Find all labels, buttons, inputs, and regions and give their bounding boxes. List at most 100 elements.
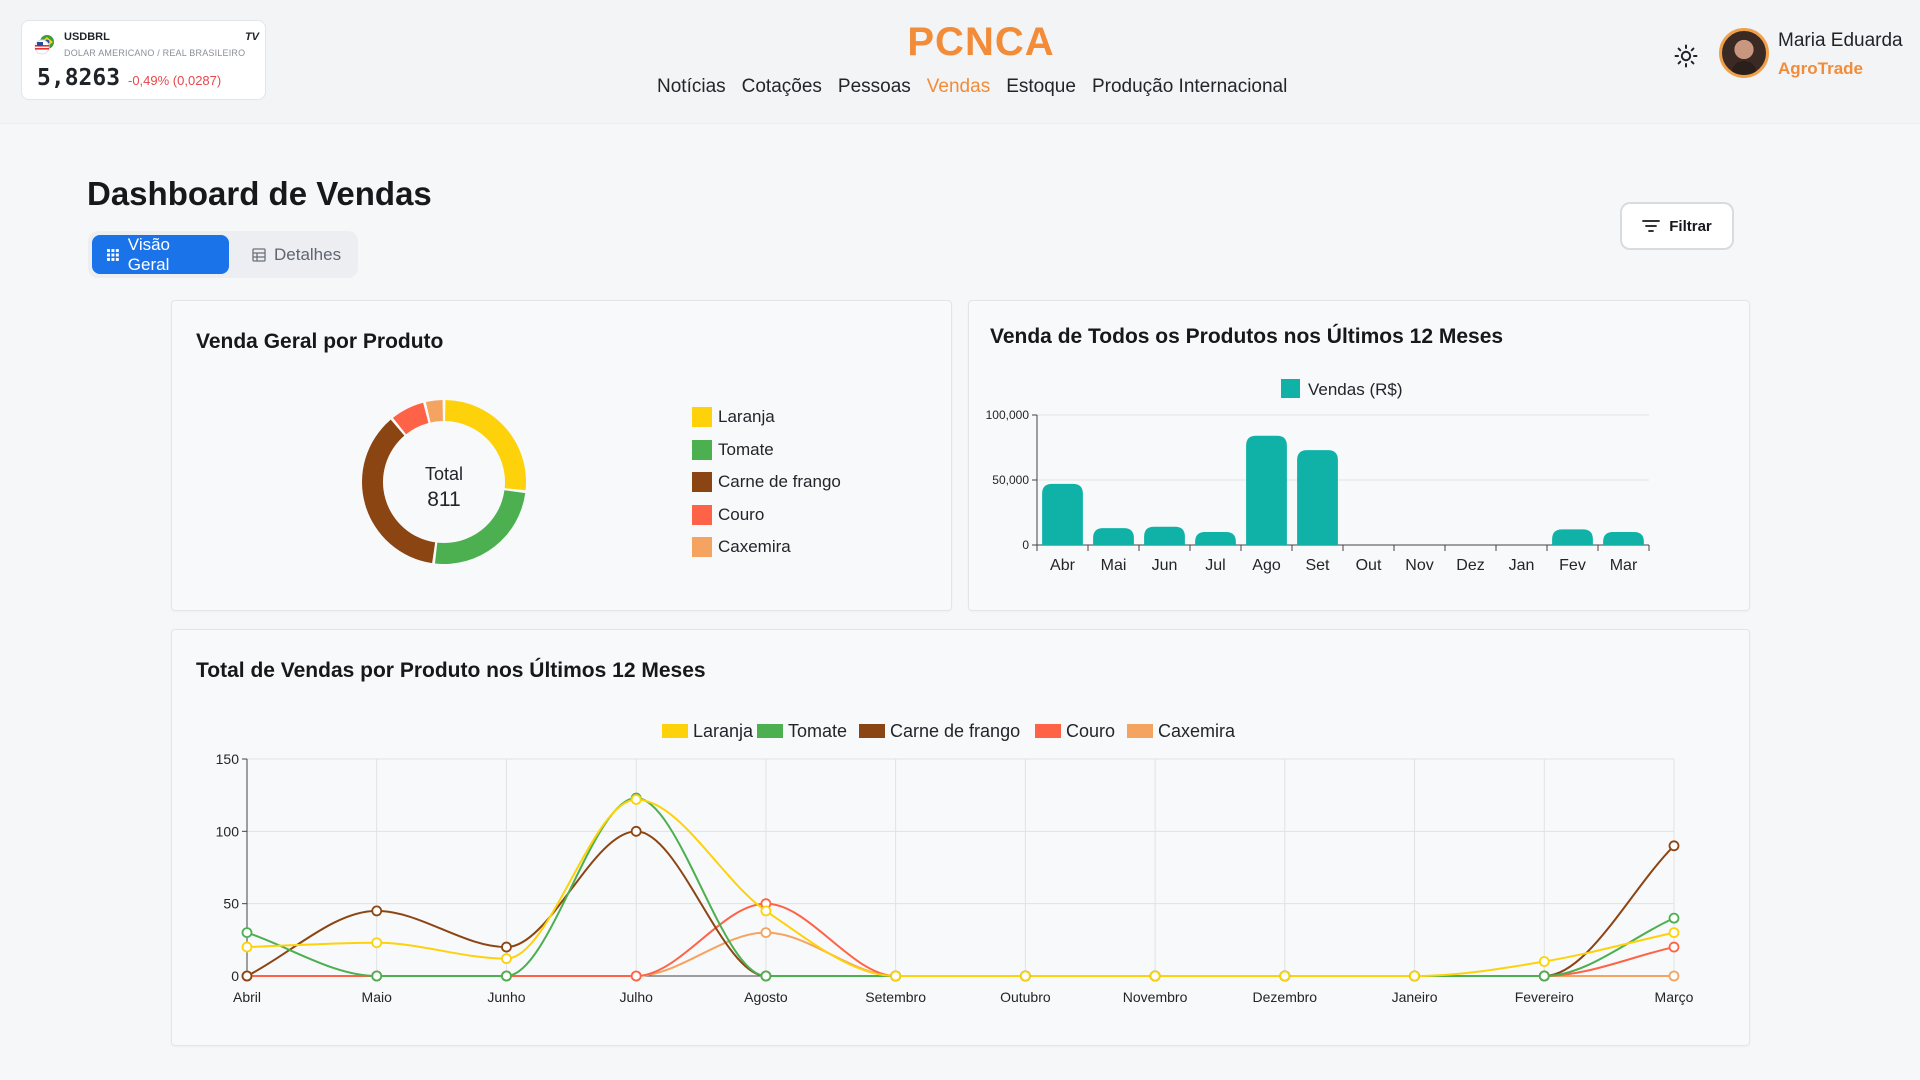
bar-x-tick-label: Nov [1405,557,1433,574]
legend-swatch [692,504,712,525]
line-point-carne-de-frango[interactable] [1668,840,1680,852]
line-point-caxemira[interactable] [1668,970,1680,982]
bar-mai[interactable] [1093,528,1134,545]
bar-x-tick-label: Dez [1456,557,1484,574]
ticker-price: 5,8263 [37,65,121,91]
line-point-laranja[interactable] [1019,970,1031,982]
legend-label: Tomate [718,439,774,459]
line-point-carne-de-frango[interactable] [371,905,383,917]
bar-x-tick-label: Mai [1101,557,1127,574]
legend-item-couro[interactable]: Couro [692,504,765,525]
line-point-tomate[interactable] [371,970,383,982]
line-point-tomate[interactable] [1538,970,1550,982]
bar-abr[interactable] [1042,483,1083,545]
legend-item-caxemira[interactable]: Caxemira [692,537,791,557]
line-point-carne-de-frango[interactable] [501,941,512,953]
line-point-tomate[interactable] [501,970,512,982]
line-point-tomate[interactable] [760,970,772,982]
line-series-laranja[interactable] [246,798,1675,977]
line-legend-item-carne-de-frango[interactable]: Carne de frango [859,721,1020,741]
line-legend-item-caxemira[interactable]: Caxemira [1127,721,1236,741]
line-point-laranja[interactable] [630,794,642,805]
nav-item-pessoas[interactable]: Pessoas [838,76,911,98]
bar-chart-card: Venda de Todos os Produtos nos Últimos 1… [968,300,1750,611]
line-point-laranja[interactable] [371,937,383,949]
line-point-tomate[interactable] [1668,912,1680,924]
legend-item-tomate[interactable]: Tomate [692,439,774,460]
bar-x-tick-label: Jan [1509,557,1535,574]
page-title: Dashboard de Vendas [87,175,432,212]
bar-y-tick-label: 100,000 [986,408,1030,422]
line-series-tomate[interactable] [246,797,1675,977]
bar-fev[interactable] [1552,529,1593,545]
line-x-tick-label: Junho [487,989,525,1005]
line-point-laranja[interactable] [890,970,902,982]
legend-item-carne-de-frango[interactable]: Carne de frango [692,472,841,492]
legend-swatch [692,472,712,492]
legend-label: Couro [718,504,765,524]
tab-visao-geral-label: Visão Geral [127,234,171,274]
legend-swatch [692,439,712,460]
legend-swatch [692,407,712,427]
line-point-laranja[interactable] [1149,970,1161,982]
sun-icon[interactable] [1674,44,1698,68]
line-x-tick-label: Abril [233,989,261,1005]
bar-set[interactable] [1297,450,1338,545]
line-y-tick-label: 150 [216,751,240,767]
donut-slice-caxemira[interactable] [425,400,443,423]
bar-jun[interactable] [1144,526,1185,545]
legend-label: Caxemira [718,537,791,556]
bar-mar[interactable] [1603,532,1644,545]
filter-button[interactable]: Filtrar [1620,202,1734,250]
donut-center-label: Total [425,464,463,484]
nav-item-noticias[interactable]: Notícias [657,76,726,98]
line-point-laranja[interactable] [1279,970,1291,982]
line-point-couro[interactable] [630,970,642,982]
line-legend-label: Carne de frango [890,721,1020,741]
line-point-couro[interactable] [1668,941,1680,953]
line-point-carne-de-frango[interactable] [630,825,642,837]
line-point-laranja[interactable] [1538,956,1550,967]
bar-x-tick-label: Fev [1559,557,1586,574]
donut-slice-carne-de-frango[interactable] [362,419,436,564]
nav-item-vendas[interactable]: Vendas [927,76,990,98]
nav-item-producao-internacional[interactable]: Produção Internacional [1092,76,1287,98]
user-avatar[interactable] [1719,28,1769,78]
bar-ago[interactable] [1246,435,1287,545]
line-y-tick-label: 0 [231,968,239,984]
line-point-caxemira[interactable] [760,927,772,939]
bar-x-tick-label: Ago [1252,557,1281,574]
line-legend-item-tomate[interactable]: Tomate [757,721,847,741]
line-legend-item-laranja[interactable]: Laranja [662,721,754,741]
line-point-laranja[interactable] [241,941,253,953]
line-point-carne-de-frango[interactable] [241,970,253,982]
grid-icon [106,248,119,261]
line-legend-swatch [1035,724,1061,738]
tab-visao-geral[interactable]: Visão Geral [92,235,229,274]
donut-chart: Total 811 [362,400,526,564]
bar-jul[interactable] [1195,532,1236,545]
line-legend-swatch [1127,724,1153,738]
legend-label: Carne de frango [718,472,841,491]
tab-detalhes[interactable]: Detalhes [238,235,356,274]
bar-x-tick-label: Jul [1205,557,1225,574]
top-header: USDBRL DOLAR AMERICANO / REAL BRASILEIRO… [0,0,1920,124]
line-legend-swatch [757,724,783,738]
view-tabs: Visão Geral Detalhes [88,231,358,278]
brand-logo-text[interactable]: PCNCA [0,20,1920,65]
line-legend-item-couro[interactable]: Couro [1035,721,1115,741]
line-point-tomate[interactable] [241,927,253,939]
line-x-tick-label: Fevereiro [1515,989,1574,1005]
line-legend-swatch [662,724,688,738]
line-point-laranja[interactable] [1409,970,1420,982]
legend-item-laranja[interactable]: Laranja [692,407,775,427]
bar-x-tick-label: Jun [1152,557,1178,574]
line-point-laranja[interactable] [501,953,512,965]
line-legend-label: Tomate [788,721,847,741]
line-point-laranja[interactable] [760,905,772,917]
nav-item-cotacoes[interactable]: Cotações [742,76,822,98]
line-point-laranja[interactable] [1668,927,1680,939]
line-series-couro[interactable] [247,902,1675,977]
nav-item-estoque[interactable]: Estoque [1006,76,1076,98]
legend-label: Laranja [718,407,775,426]
